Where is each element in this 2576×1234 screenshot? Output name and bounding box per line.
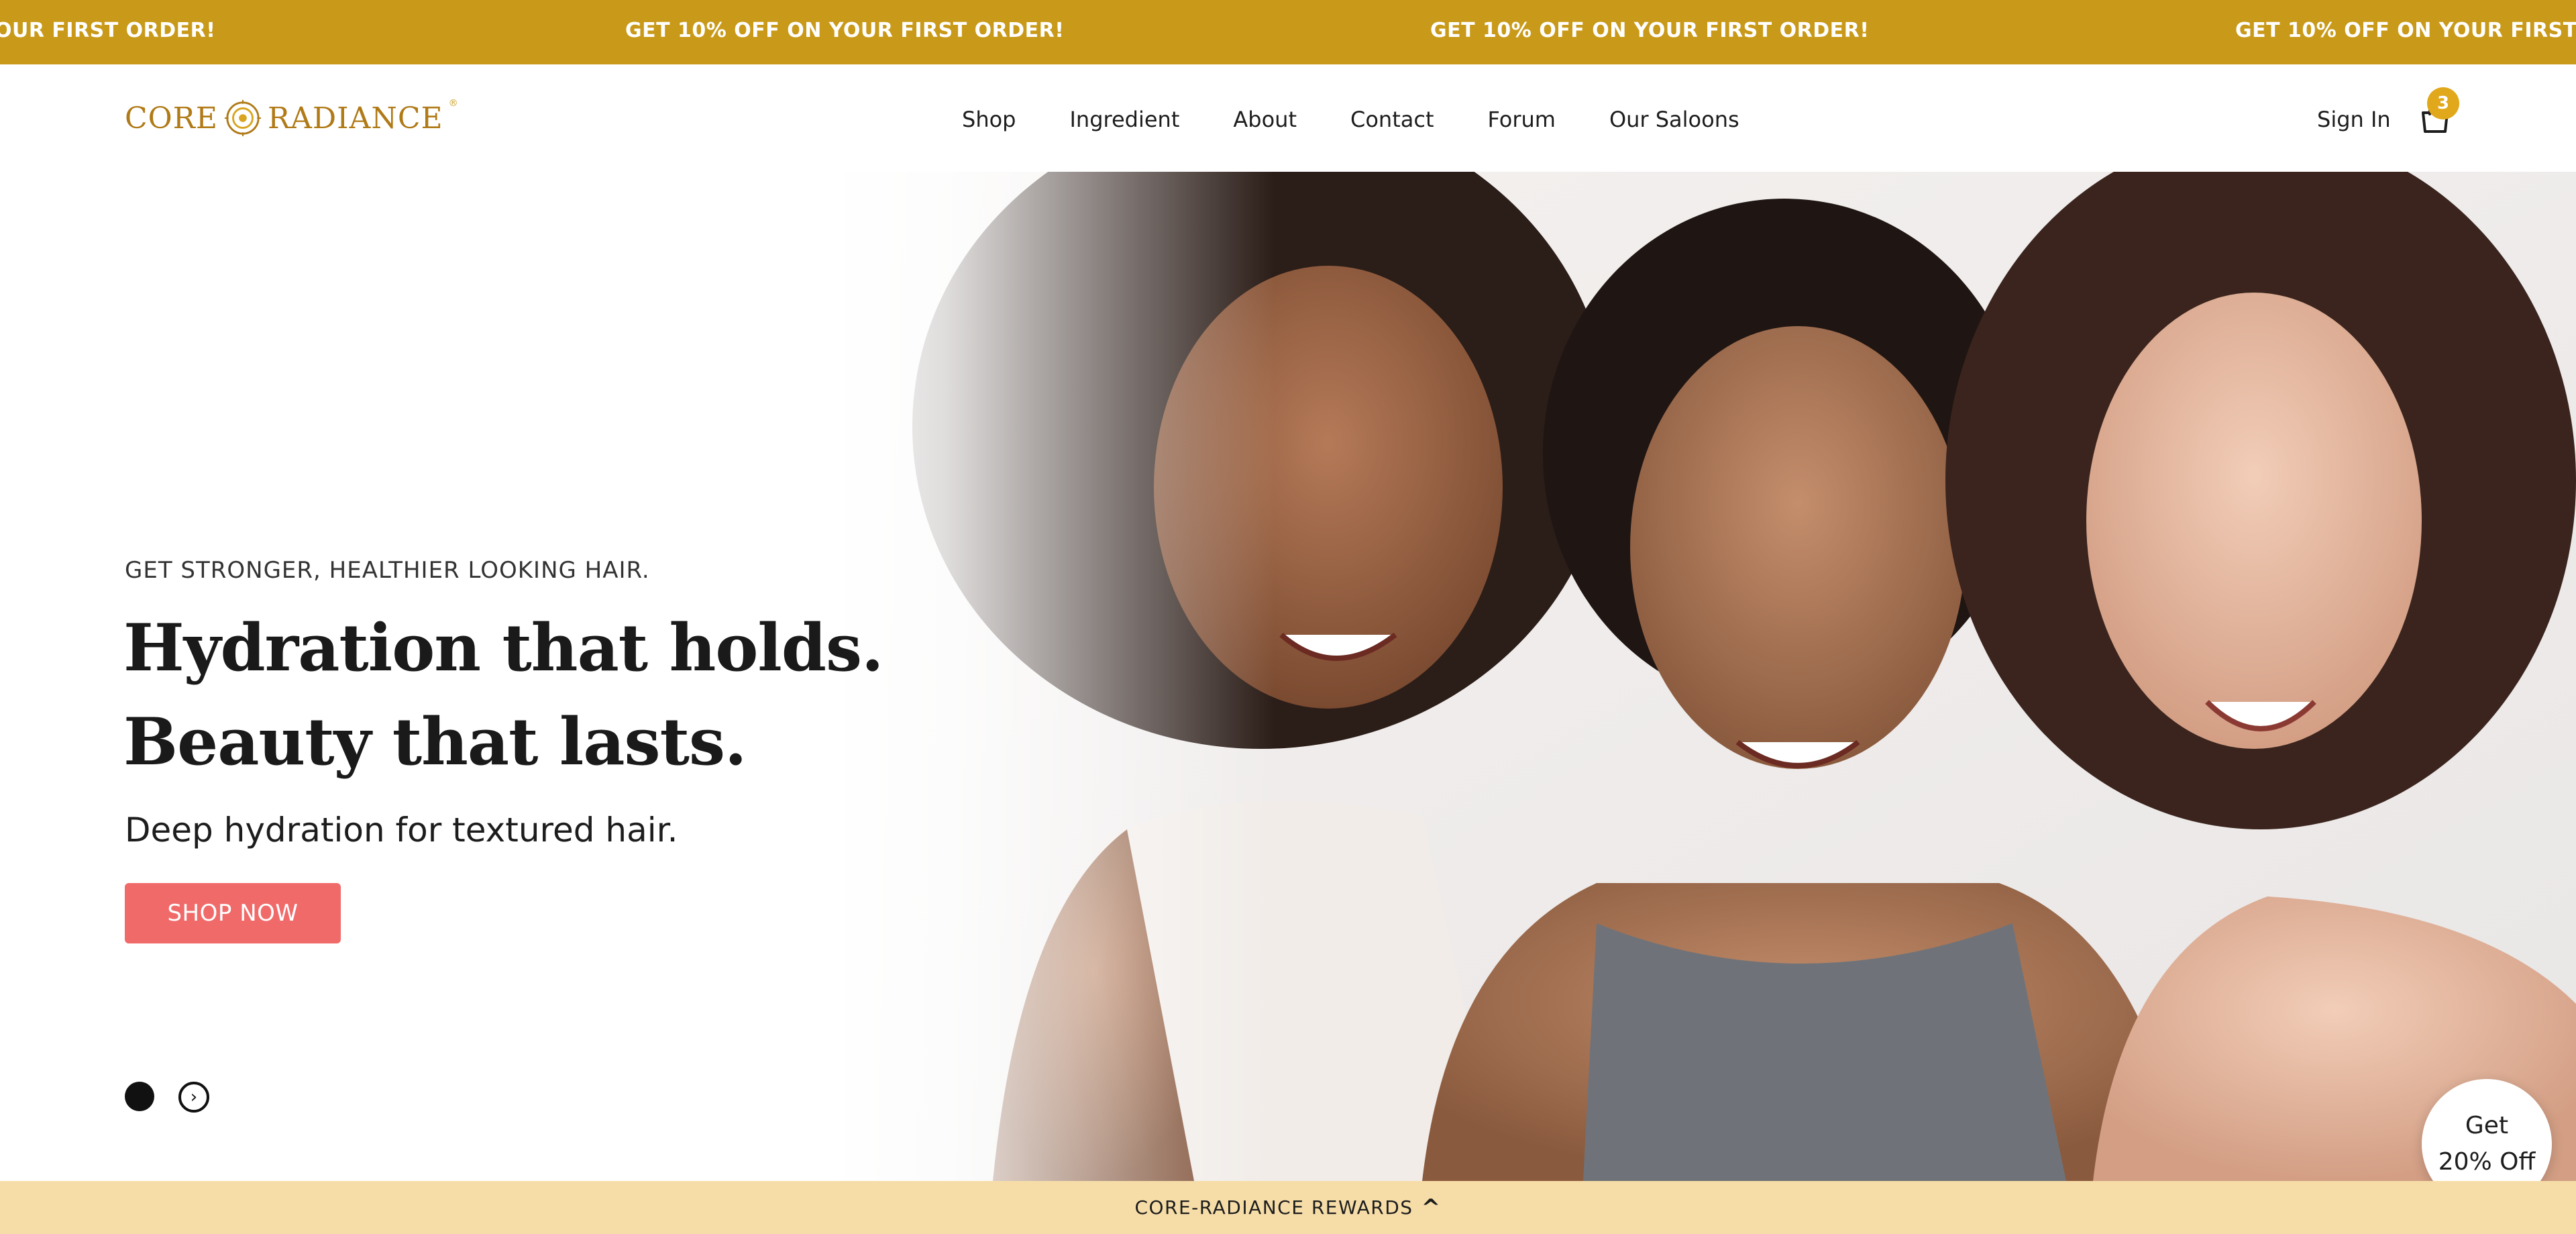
sun-logo-icon [224,99,262,137]
rewards-label: CORE-RADIANCE REWARDS [1134,1196,1413,1219]
site-header: CORE RADIANCE ® Shop Ingredient About Co… [0,64,2576,172]
announcement-message: GET 10% OFF ON YOUR FIRST ORDER! [1430,19,1870,42]
discount-line-1: Get [2465,1112,2509,1139]
rewards-bar[interactable]: CORE-RADIANCE REWARDS ^ [0,1181,2576,1234]
nav-item-about[interactable]: About [1233,105,1297,134]
announcement-message: OUR FIRST ORDER! [0,19,216,42]
hero-subhead: Deep hydration for textured hair. [125,811,678,850]
hero-banner: GET STRONGER, HEALTHIER LOOKING HAIR. Hy… [0,172,2576,1181]
nav-item-shop[interactable]: Shop [962,105,1016,134]
announcement-message: GET 10% OFF ON YOUR FIRST ORDER! [625,19,1065,42]
main-nav: Shop Ingredient About Contact Forum Our … [962,105,1793,134]
announcement-bar: OUR FIRST ORDER! GET 10% OFF ON YOUR FIR… [0,0,2576,64]
slide-indicator-active[interactable] [125,1082,154,1111]
chevron-right-circle-icon[interactable]: › [178,1082,209,1113]
logo-text-left: CORE [125,101,218,136]
brand-logo[interactable]: CORE RADIANCE ® [125,97,459,140]
hero-headline: Hydration that holds. Beauty that lasts. [123,610,883,780]
nav-item-forum[interactable]: Forum [1487,105,1555,134]
nav-item-ingredient[interactable]: Ingredient [1069,105,1179,134]
logo-text-right: RADIANCE [268,101,443,136]
sign-in-link[interactable]: Sign In [2317,105,2391,134]
announcement-message: GET 10% OFF ON YOUR FIRST ORD [2235,19,2576,42]
shop-now-button[interactable]: SHOP NOW [125,883,341,943]
nav-item-our-saloons[interactable]: Our Saloons [1609,105,1739,134]
cart-count-badge: 3 [2427,87,2459,119]
nav-item-contact[interactable]: Contact [1350,105,1434,134]
hero-eyebrow: GET STRONGER, HEALTHIER LOOKING HAIR. [125,557,650,584]
discount-line-2: 20% Off [2438,1148,2536,1176]
registered-mark: ® [448,98,459,109]
chevron-up-icon: ^ [1421,1194,1442,1221]
